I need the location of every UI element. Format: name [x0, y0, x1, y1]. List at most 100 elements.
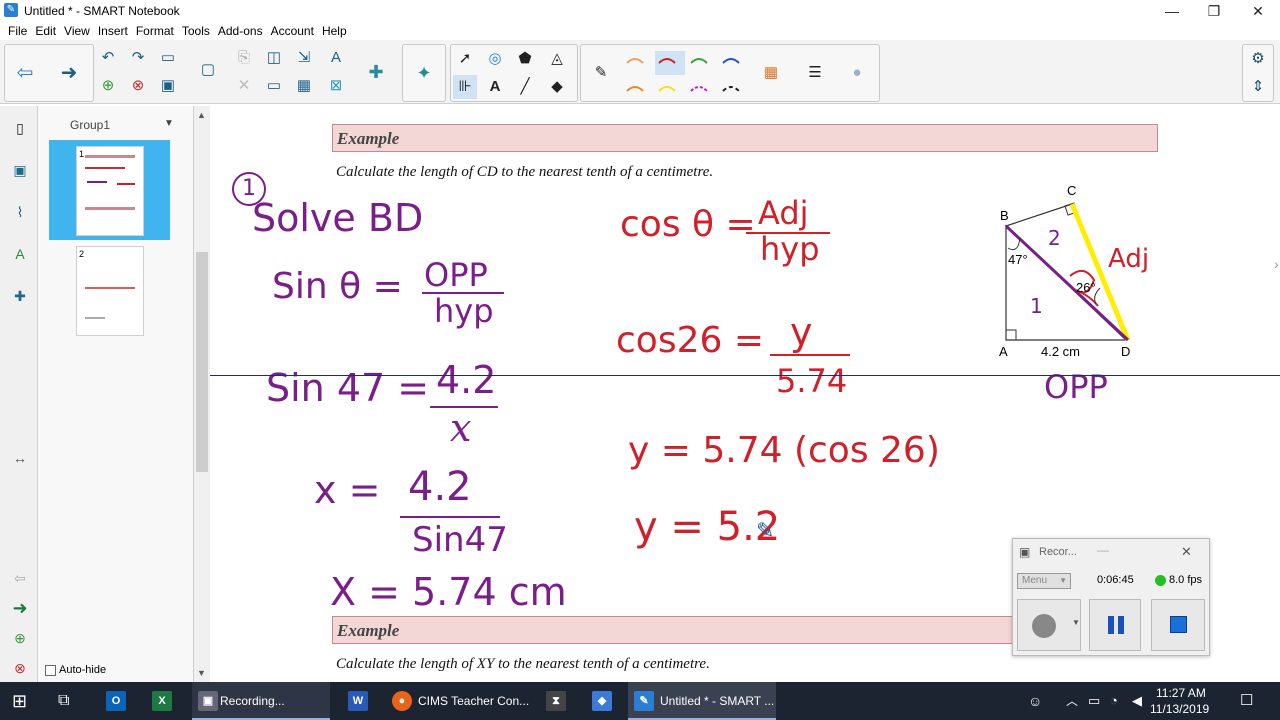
measure-icon[interactable]: ⊪	[453, 75, 477, 99]
menu-tools[interactable]: Tools	[182, 22, 210, 40]
wifi-icon[interactable]: ◔	[1110, 682, 1118, 720]
properties-icon[interactable]: A	[8, 242, 32, 266]
text-format-icon[interactable]: A	[324, 46, 348, 70]
chevron-up-icon[interactable]: ︿	[1066, 682, 1078, 720]
addons-tab-icon[interactable]: ✚	[8, 284, 32, 308]
windows-start-icon[interactable]: ⊞	[12, 682, 27, 720]
gear-icon[interactable]: ⚙	[1246, 47, 1270, 71]
settings-group: ⚙ ⇕	[1242, 44, 1274, 102]
hw-x: x	[450, 406, 472, 450]
hw-4-2: 4.2	[436, 358, 497, 402]
pen-type-icon[interactable]: ✎	[589, 61, 613, 85]
recorder-menu-select[interactable]: Menu ▼	[1017, 573, 1071, 589]
scroll-thumb[interactable]	[196, 252, 208, 472]
restore-button[interactable]: ❐	[1194, 1, 1234, 21]
menu-addons[interactable]: Add-ons	[218, 22, 263, 40]
outlook-icon[interactable]: O	[106, 691, 126, 711]
insert-page-icon[interactable]: ⊕	[96, 74, 120, 98]
toolbar-position-icon[interactable]: ⇕	[1246, 75, 1270, 99]
vertical-scrollbar[interactable]: ▲ ▼	[194, 106, 210, 682]
smart-ink-icon[interactable]: ◆	[592, 691, 612, 711]
base-length-label: 4.2 cm	[1041, 344, 1081, 359]
record-button[interactable]: ▼	[1017, 599, 1081, 651]
recorder-icon: ▣	[1019, 545, 1031, 559]
pen-tool-icon[interactable]: ◎	[483, 47, 507, 71]
stop-button[interactable]	[1151, 599, 1205, 651]
page-width-icon[interactable]: ⇲	[292, 46, 316, 70]
menu-insert[interactable]: Insert	[98, 22, 128, 40]
stop-icon	[1170, 616, 1187, 633]
task-view-icon[interactable]: ⧉	[58, 682, 69, 720]
select-icon[interactable]: ➚	[453, 47, 477, 71]
menu-account[interactable]: Account	[271, 22, 314, 40]
pause-button[interactable]	[1089, 599, 1141, 651]
notifications-icon[interactable]: ☐	[1240, 682, 1253, 720]
add-page-side-icon[interactable]: ⊕	[8, 626, 32, 650]
page-thumbnail-2[interactable]: 2	[76, 246, 144, 336]
hw-sin-theta: Sin θ =	[272, 266, 403, 307]
scroll-up-icon[interactable]: ▲	[197, 110, 206, 120]
save-icon[interactable]: ▣	[156, 74, 180, 98]
screen-capture-icon[interactable]: ◫	[262, 46, 286, 70]
back-arrow-icon[interactable]: ⇦	[8, 566, 32, 590]
hw-y: y	[790, 310, 813, 354]
menu-help[interactable]: Help	[322, 22, 347, 40]
delete-page-side-icon[interactable]: ⊗	[8, 656, 32, 680]
record-dropdown-icon[interactable]: ▼	[1072, 618, 1080, 627]
gallery-icon[interactable]: ▣	[8, 158, 32, 182]
table-icon[interactable]: ▦	[292, 74, 316, 98]
clock-date[interactable]: 11/13/2019	[1150, 701, 1209, 717]
example-question-2: Calculate the length of XY to the neares…	[336, 656, 710, 672]
excel-icon[interactable]: X	[152, 691, 172, 711]
display-screen-icon[interactable]: ▢	[196, 58, 220, 82]
text-tool-icon[interactable]: A	[483, 75, 507, 99]
delete-icon[interactable]: ✕	[232, 74, 256, 98]
show-screen-icon[interactable]: ▭	[262, 74, 286, 98]
network-device-icon[interactable]: ▭	[1088, 682, 1100, 720]
menu-view[interactable]: View	[64, 22, 90, 40]
add-page-icon[interactable]: ▭	[156, 46, 180, 70]
taskbar-item-recording[interactable]: ▣ Recording...	[192, 682, 330, 720]
fill-icon[interactable]: ◬	[545, 47, 569, 71]
volume-icon[interactable]: ◀	[1132, 682, 1142, 720]
undo-icon[interactable]: ↶	[96, 46, 120, 70]
line-tool-icon[interactable]: ╱	[513, 75, 537, 99]
forward-arrow-icon[interactable]: ➜	[8, 596, 32, 620]
scroll-down-icon[interactable]: ▼	[197, 668, 206, 678]
fill-effects-icon[interactable]: ●	[845, 61, 869, 85]
autohide-checkbox[interactable]	[45, 665, 56, 676]
chevron-down-icon[interactable]: ▼	[164, 118, 174, 129]
page-sorter-icon[interactable]: ▯	[8, 116, 32, 140]
previous-page-icon[interactable]: ⇦	[13, 61, 37, 85]
menu-edit[interactable]: Edit	[35, 22, 56, 40]
attachments-icon[interactable]: ⌇	[8, 200, 32, 224]
line-style-icon[interactable]: ☰	[803, 61, 827, 85]
people-icon[interactable]: ☺	[1028, 682, 1042, 720]
menu-format[interactable]: Format	[136, 22, 174, 40]
addons-puzzle-icon[interactable]: ✚	[364, 60, 388, 84]
redo-icon[interactable]: ↷	[126, 46, 150, 70]
page-thumbnail-1[interactable]: 1	[76, 146, 144, 236]
document-camera-icon[interactable]: ⊠	[324, 74, 348, 98]
expand-horizontal-icon[interactable]: ↔	[8, 446, 32, 470]
shapes-icon[interactable]: ⬟	[513, 47, 537, 71]
eraser-icon[interactable]: ◆	[545, 75, 569, 99]
recorder-minimize-button[interactable]: —	[1097, 543, 1109, 557]
delete-page-icon[interactable]: ⊗	[126, 74, 150, 98]
smart-notebook-icon: ✎	[4, 3, 18, 17]
taskbar-item-smart-notebook[interactable]: ✎ Untitled * - SMART ...	[628, 682, 776, 720]
taskbar-item-firefox[interactable]: ● CIMS Teacher Con...	[384, 682, 532, 720]
menu-file[interactable]: File	[8, 22, 27, 40]
recorder-close-button[interactable]: ✕	[1181, 544, 1192, 560]
lesson-activity-icon[interactable]: ✦	[412, 61, 436, 85]
hourglass-icon[interactable]: ⧗	[546, 691, 566, 711]
color-palette-icon[interactable]: ▦	[759, 61, 783, 85]
clock-time[interactable]: 11:27 AM	[1156, 685, 1206, 701]
next-page-icon[interactable]: ➜	[57, 61, 81, 85]
paste-icon[interactable]: ⎘	[232, 46, 256, 70]
word-icon[interactable]: W	[348, 691, 368, 711]
minimize-button[interactable]: —	[1152, 1, 1192, 21]
hw-adj: Adj	[758, 194, 809, 232]
recorder-window[interactable]: ▣ Recor... — ✕ Menu ▼ 0:06:45 8.0 fps ▼	[1012, 538, 1210, 656]
close-button[interactable]: ✕	[1238, 1, 1278, 21]
